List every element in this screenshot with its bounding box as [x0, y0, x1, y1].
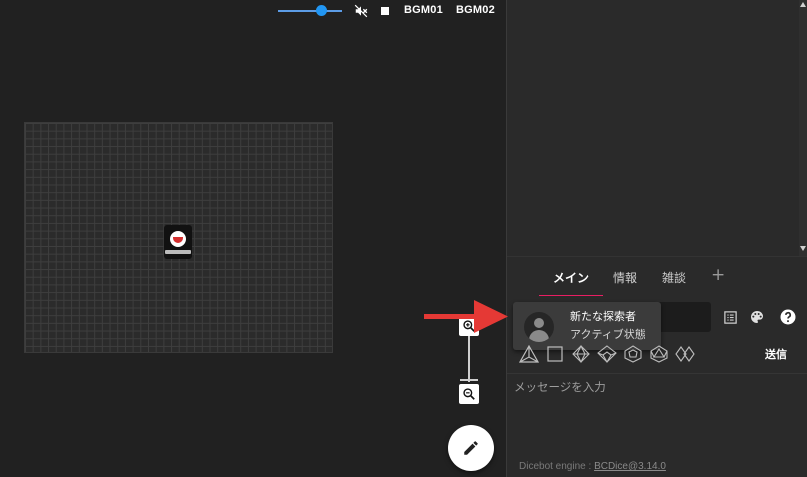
dicebot-prefix: Dicebot engine :: [519, 461, 595, 472]
message-input[interactable]: メッセージを入力: [507, 373, 807, 451]
app-root: BGM01 BGM02 メイン 情報 雑談 + 新たな探索者 アクティブ状態 送…: [0, 0, 807, 477]
color-palette-button[interactable]: [748, 308, 766, 326]
avatar-body-icon: [529, 330, 549, 342]
tab-main[interactable]: メイン: [553, 269, 589, 286]
chat-palette-button[interactable]: [721, 308, 739, 326]
scroll-down-arrow-icon[interactable]: [800, 246, 806, 251]
palette-icon: [751, 311, 763, 323]
chat-log-scrollbar[interactable]: [799, 0, 807, 256]
help-icon: [780, 309, 796, 325]
zoom-out-icon: [463, 388, 475, 400]
token-caption: [165, 250, 191, 254]
chat-panel: メイン 情報 雑談 + 新たな探索者 アクティブ状態 送信 メッセージを入力 D…: [506, 0, 807, 477]
d10-icon[interactable]: [597, 345, 617, 363]
footer: Dicebot engine : BCDice@3.14.0: [507, 451, 807, 477]
stop-icon[interactable]: [381, 7, 389, 15]
zoom-slider-handle[interactable]: [460, 379, 478, 381]
d20-icon[interactable]: [649, 345, 669, 363]
volume-slider-track[interactable]: [278, 10, 342, 12]
d8-icon[interactable]: [571, 345, 591, 363]
add-tab-button[interactable]: +: [711, 265, 725, 285]
d12-icon[interactable]: [623, 345, 643, 363]
chat-log[interactable]: [507, 0, 807, 256]
avatar-head-icon: [534, 318, 544, 328]
chat-tabs: メイン 情報 雑談 +: [507, 256, 807, 297]
bcdice-link[interactable]: BCDice@3.14.0: [594, 461, 666, 472]
tab-chatter[interactable]: 雑談: [662, 269, 686, 286]
bgm-button-1[interactable]: BGM01: [404, 4, 443, 16]
zoom-out-button[interactable]: [459, 384, 479, 404]
character-tooltip: 新たな探索者 アクティブ状態: [513, 302, 661, 350]
edit-fab-button[interactable]: [448, 425, 494, 471]
zoom-slider-track[interactable]: [468, 330, 470, 382]
character-token[interactable]: [164, 225, 192, 259]
chat-input-toolbar: 新たな探索者 アクティブ状態 送信: [507, 296, 807, 373]
dicebot-engine-label: Dicebot engine : BCDice@3.14.0: [519, 461, 666, 472]
d6-icon[interactable]: [545, 345, 565, 363]
list-icon: [723, 310, 737, 324]
tooltip-character-status: アクティブ状態: [570, 328, 646, 341]
tab-info[interactable]: 情報: [613, 269, 637, 286]
d100-icon[interactable]: [675, 345, 695, 363]
avatar: [524, 312, 554, 342]
send-button[interactable]: 送信: [765, 346, 787, 362]
d4-icon[interactable]: [519, 345, 539, 363]
dice-row: [519, 345, 695, 363]
token-emblem-icon: [170, 231, 186, 247]
help-button[interactable]: [779, 308, 797, 326]
pencil-icon: [464, 441, 478, 455]
message-placeholder: メッセージを入力: [514, 380, 606, 394]
game-board-area: BGM01 BGM02: [0, 0, 506, 477]
annotation-arrow-icon: [424, 300, 508, 333]
mute-icon[interactable]: [354, 4, 368, 18]
tooltip-character-name: 新たな探索者: [570, 310, 636, 323]
bgm-button-2[interactable]: BGM02: [456, 4, 495, 16]
scroll-up-arrow-icon[interactable]: [800, 2, 806, 7]
volume-slider-thumb[interactable]: [316, 5, 327, 16]
